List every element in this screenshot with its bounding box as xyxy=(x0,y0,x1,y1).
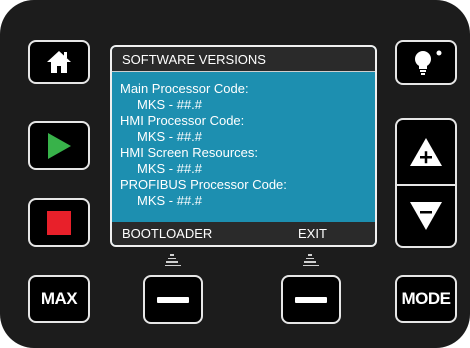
decrease-button[interactable] xyxy=(397,186,455,246)
entry-label: Main Processor Code: xyxy=(120,81,249,96)
lightbulb-icon xyxy=(415,50,442,75)
minus-bar-icon xyxy=(157,296,189,303)
play-icon xyxy=(48,132,71,159)
stop-button[interactable] xyxy=(28,198,90,247)
softkey-left-indicator xyxy=(165,254,181,268)
lcd-screen: SOFTWARE VERSIONS Main Processor Code: M… xyxy=(110,45,377,247)
softkey-right-indicator xyxy=(303,254,319,268)
up-plus-icon xyxy=(410,138,442,166)
softkey-left-label: BOOTLOADER xyxy=(122,226,213,241)
minus-bar-icon xyxy=(295,296,327,303)
entry-label: HMI Screen Resources: xyxy=(120,145,258,160)
max-button[interactable]: MAX xyxy=(28,275,90,323)
home-button[interactable] xyxy=(28,40,90,84)
version-list: Main Processor Code: MKS - ##.# HMI Proc… xyxy=(120,81,370,209)
softkey-right-button[interactable] xyxy=(281,275,341,324)
start-button[interactable] xyxy=(28,121,90,170)
entry-label: HMI Processor Code: xyxy=(120,113,245,128)
mode-label: MODE xyxy=(401,289,452,308)
softkey-bar: BOOTLOADER EXIT xyxy=(112,222,375,245)
mode-button[interactable]: MODE xyxy=(395,275,457,323)
up-down-rocker xyxy=(395,118,457,248)
entry-value: MKS - ##.# xyxy=(137,193,203,208)
entry-value: MKS - ##.# xyxy=(137,129,203,144)
increase-button[interactable] xyxy=(397,120,455,184)
softkey-left-button[interactable] xyxy=(143,275,203,324)
light-button[interactable] xyxy=(395,40,457,85)
controller-panel: MAX MODE SOFTWARE VERSIONS Main Processo… xyxy=(0,0,470,348)
screen-title: SOFTWARE VERSIONS xyxy=(112,47,375,72)
entry-label: PROFIBUS Processor Code: xyxy=(120,177,287,192)
entry-value: MKS - ##.# xyxy=(137,161,203,176)
down-minus-icon xyxy=(410,202,442,230)
entry-value: MKS - ##.# xyxy=(137,97,203,112)
softkey-right-label: EXIT xyxy=(298,226,327,241)
stop-icon xyxy=(47,210,71,235)
max-label: MAX xyxy=(40,289,78,308)
home-icon xyxy=(47,51,71,73)
